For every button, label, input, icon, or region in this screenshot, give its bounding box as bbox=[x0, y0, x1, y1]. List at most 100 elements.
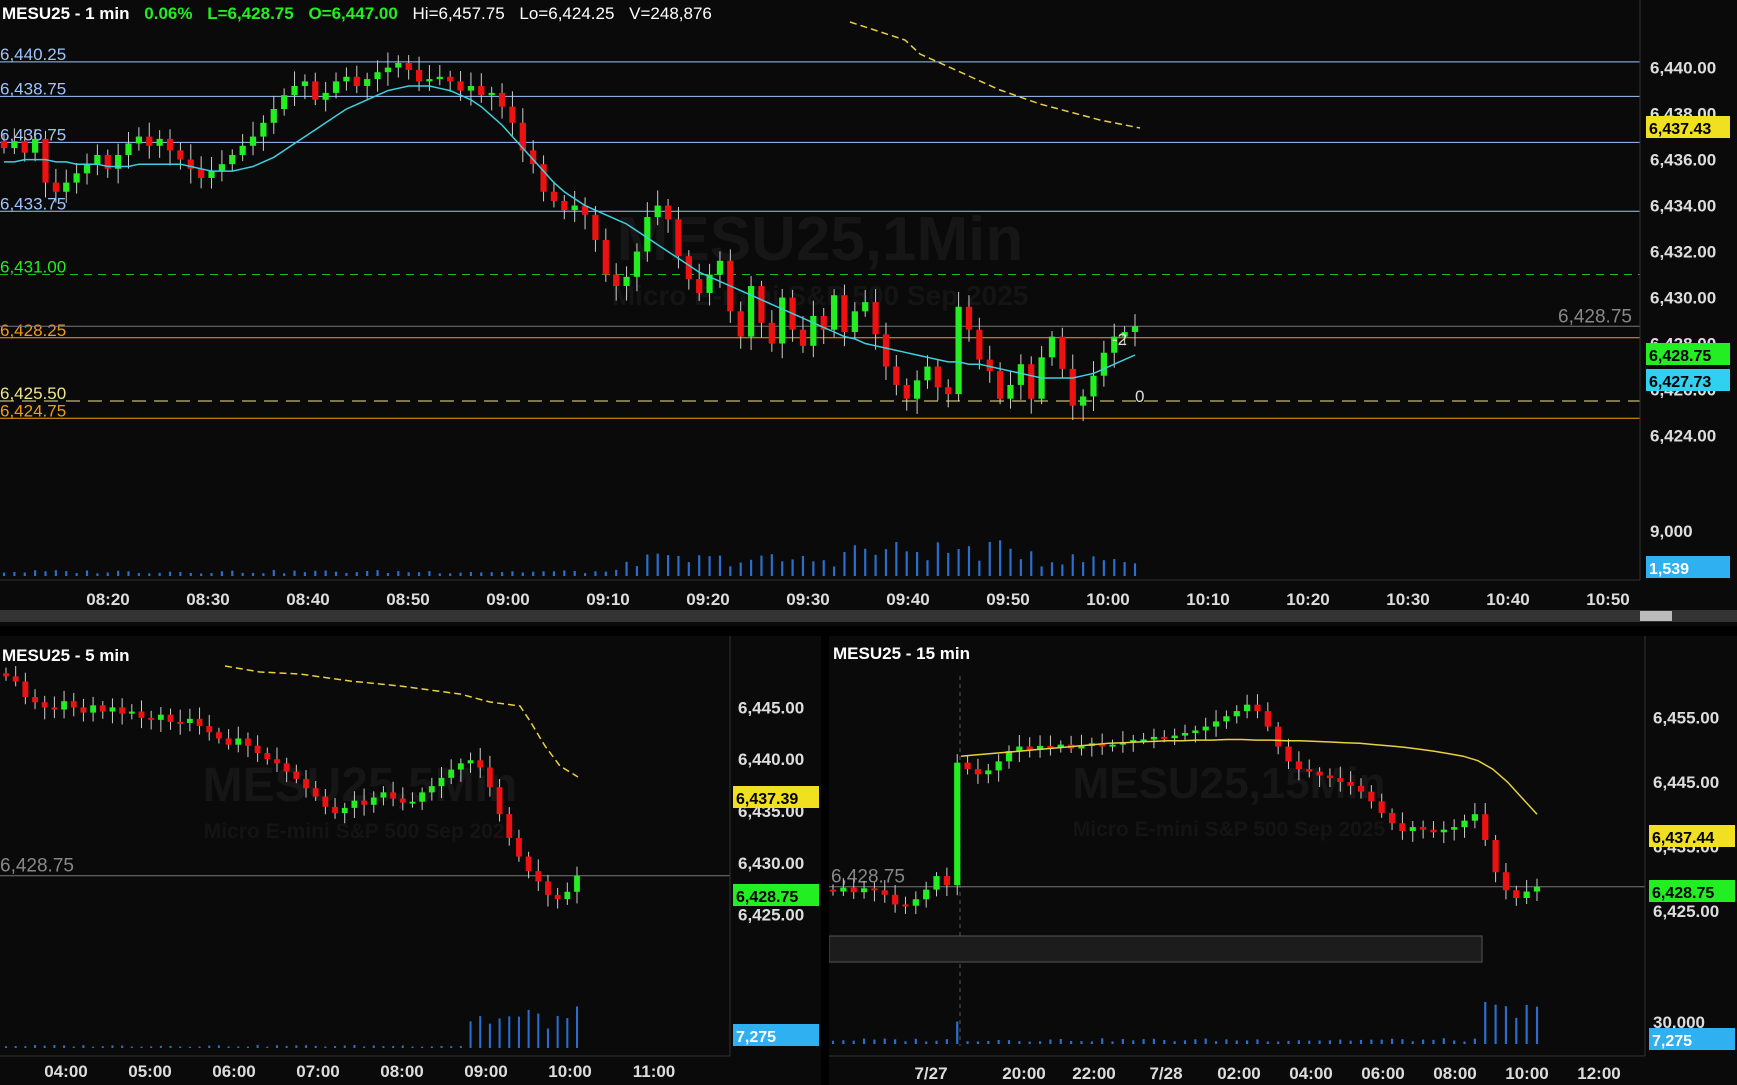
ma-value-tag: 6,437.39 bbox=[736, 791, 798, 808]
bottom-right-chart-svg[interactable]: MESU25,15Min Micro E-mini S&P 500 Sep 202… bbox=[829, 636, 1737, 1085]
y-tick-label: 6,425.00 bbox=[738, 906, 804, 925]
candle-body bbox=[1192, 730, 1199, 734]
x-tick-label: 04:00 bbox=[1289, 1064, 1332, 1083]
x-tick-label: 04:00 bbox=[44, 1062, 87, 1081]
bottom-left-chart-panel[interactable]: MESU25,5Min Micro E-mini S&P 500 Sep 2025… bbox=[0, 636, 821, 1085]
candle-body bbox=[1059, 336, 1066, 369]
candle-body bbox=[1048, 336, 1056, 358]
bottom-right-chart-panel[interactable]: MESU25,15Min Micro E-mini S&P 500 Sep 202… bbox=[829, 636, 1737, 1085]
watermark-subtitle: Micro E-mini S&P 500 Sep 2025 bbox=[204, 820, 517, 843]
candle-body bbox=[810, 315, 817, 346]
top-chart-panel[interactable]: MESU25,1Min Micro E-mini S&P 500 Sep 2025… bbox=[0, 0, 1737, 626]
candle-body bbox=[448, 769, 455, 778]
candle-body bbox=[1233, 711, 1240, 717]
price-level-label: 6,424.75 bbox=[0, 401, 66, 420]
candle-body bbox=[1420, 827, 1427, 830]
candle-body bbox=[1161, 736, 1168, 739]
x-tick-label: 07:00 bbox=[296, 1062, 339, 1081]
x-tick-label: 10:10 bbox=[1186, 590, 1229, 609]
ma-value-tag: 6,437.44 bbox=[1652, 830, 1714, 847]
candle-body bbox=[525, 856, 532, 872]
candle-body bbox=[564, 891, 571, 900]
candle-body bbox=[862, 302, 869, 312]
x-tick-label: 20:00 bbox=[1002, 1064, 1045, 1083]
scrollbar[interactable] bbox=[0, 610, 1737, 622]
candle-body bbox=[11, 141, 18, 149]
candle-body bbox=[623, 276, 630, 287]
candle-body bbox=[1378, 801, 1385, 813]
candle-body bbox=[976, 329, 983, 360]
candle-body bbox=[399, 798, 406, 803]
candle-body bbox=[903, 384, 910, 399]
candle-body bbox=[1223, 716, 1230, 722]
y-tick-label: 6,445.00 bbox=[1653, 773, 1719, 792]
candle-body bbox=[41, 702, 48, 708]
candle-body bbox=[1109, 744, 1116, 747]
candle-body bbox=[506, 814, 513, 838]
candle-body bbox=[1028, 364, 1035, 399]
candle-body bbox=[1254, 704, 1261, 712]
candle-body bbox=[260, 122, 267, 137]
candle-body bbox=[32, 138, 39, 153]
price-level-label: 6,431.00 bbox=[0, 258, 66, 277]
volume-tick-label: 9,000 bbox=[1650, 522, 1693, 541]
candle-body bbox=[70, 701, 77, 708]
candle-body bbox=[1451, 827, 1458, 830]
candle-body bbox=[1090, 375, 1097, 397]
candle-body bbox=[1513, 890, 1520, 898]
bottom-left-chart-svg[interactable]: MESU25,5MinMicro E-mini S&P 500 Sep 2025… bbox=[0, 636, 821, 1085]
candle-body bbox=[390, 792, 397, 799]
candle-body bbox=[1533, 886, 1541, 892]
x-tick-label: 05:00 bbox=[128, 1062, 171, 1081]
candle-body bbox=[264, 753, 271, 760]
candle-body bbox=[216, 732, 222, 739]
candle-body bbox=[0, 141, 8, 149]
candle-body bbox=[1347, 782, 1354, 786]
candle-body bbox=[851, 311, 858, 333]
y-tick-label: 6,432.00 bbox=[1650, 243, 1716, 262]
candle-body bbox=[955, 306, 962, 395]
highlight-box bbox=[829, 935, 1483, 963]
y-tick-label: 6,445.00 bbox=[738, 698, 804, 717]
candle-body bbox=[892, 894, 899, 905]
y-tick-label: 6,425.00 bbox=[1653, 902, 1719, 921]
x-tick-label: 09:00 bbox=[486, 590, 529, 609]
candle-body bbox=[496, 787, 503, 815]
candle-body bbox=[602, 240, 609, 275]
candle-body bbox=[457, 81, 464, 91]
x-tick-label: 10:00 bbox=[1505, 1064, 1548, 1083]
candle-body bbox=[436, 76, 443, 80]
candle-body bbox=[554, 894, 561, 900]
scrollbar-thumb[interactable] bbox=[1640, 611, 1672, 621]
candle-body bbox=[157, 714, 164, 720]
candle-body bbox=[545, 881, 551, 895]
candle-body bbox=[146, 136, 153, 146]
x-tick-label: 09:20 bbox=[686, 590, 729, 609]
candle-body bbox=[438, 777, 445, 787]
candle-body bbox=[303, 778, 309, 789]
candle-body bbox=[283, 763, 290, 772]
candle-body bbox=[1430, 829, 1437, 833]
candle-body bbox=[428, 786, 435, 793]
y-tick-label: 6,455.00 bbox=[1653, 709, 1719, 728]
vertical-separator[interactable] bbox=[821, 636, 829, 1085]
candle-body bbox=[509, 106, 516, 123]
x-tick-label: 10:00 bbox=[548, 1062, 591, 1081]
candle-body bbox=[924, 366, 931, 381]
candle-body bbox=[341, 807, 348, 814]
candle-body bbox=[293, 771, 300, 779]
candle-body bbox=[550, 191, 558, 201]
candle-body bbox=[51, 707, 58, 710]
high-label: Hi=6,457.75 bbox=[412, 4, 505, 23]
watermark-subtitle: Micro E-mini S&P 500 Sep 2025 bbox=[1073, 818, 1386, 841]
candle-body bbox=[73, 173, 80, 183]
x-tick-label: 10:30 bbox=[1386, 590, 1429, 609]
x-tick-label: 08:40 bbox=[286, 590, 329, 609]
candle-body bbox=[1316, 771, 1323, 776]
candle-body bbox=[99, 705, 106, 712]
candle-body bbox=[426, 79, 433, 82]
x-tick-label: 10:00 bbox=[1086, 590, 1129, 609]
candle-body bbox=[902, 904, 909, 907]
candle-body bbox=[90, 705, 97, 713]
top-chart-svg[interactable]: MESU25,1MinMicro E-mini S&P 500 Sep 2025… bbox=[0, 0, 1737, 626]
